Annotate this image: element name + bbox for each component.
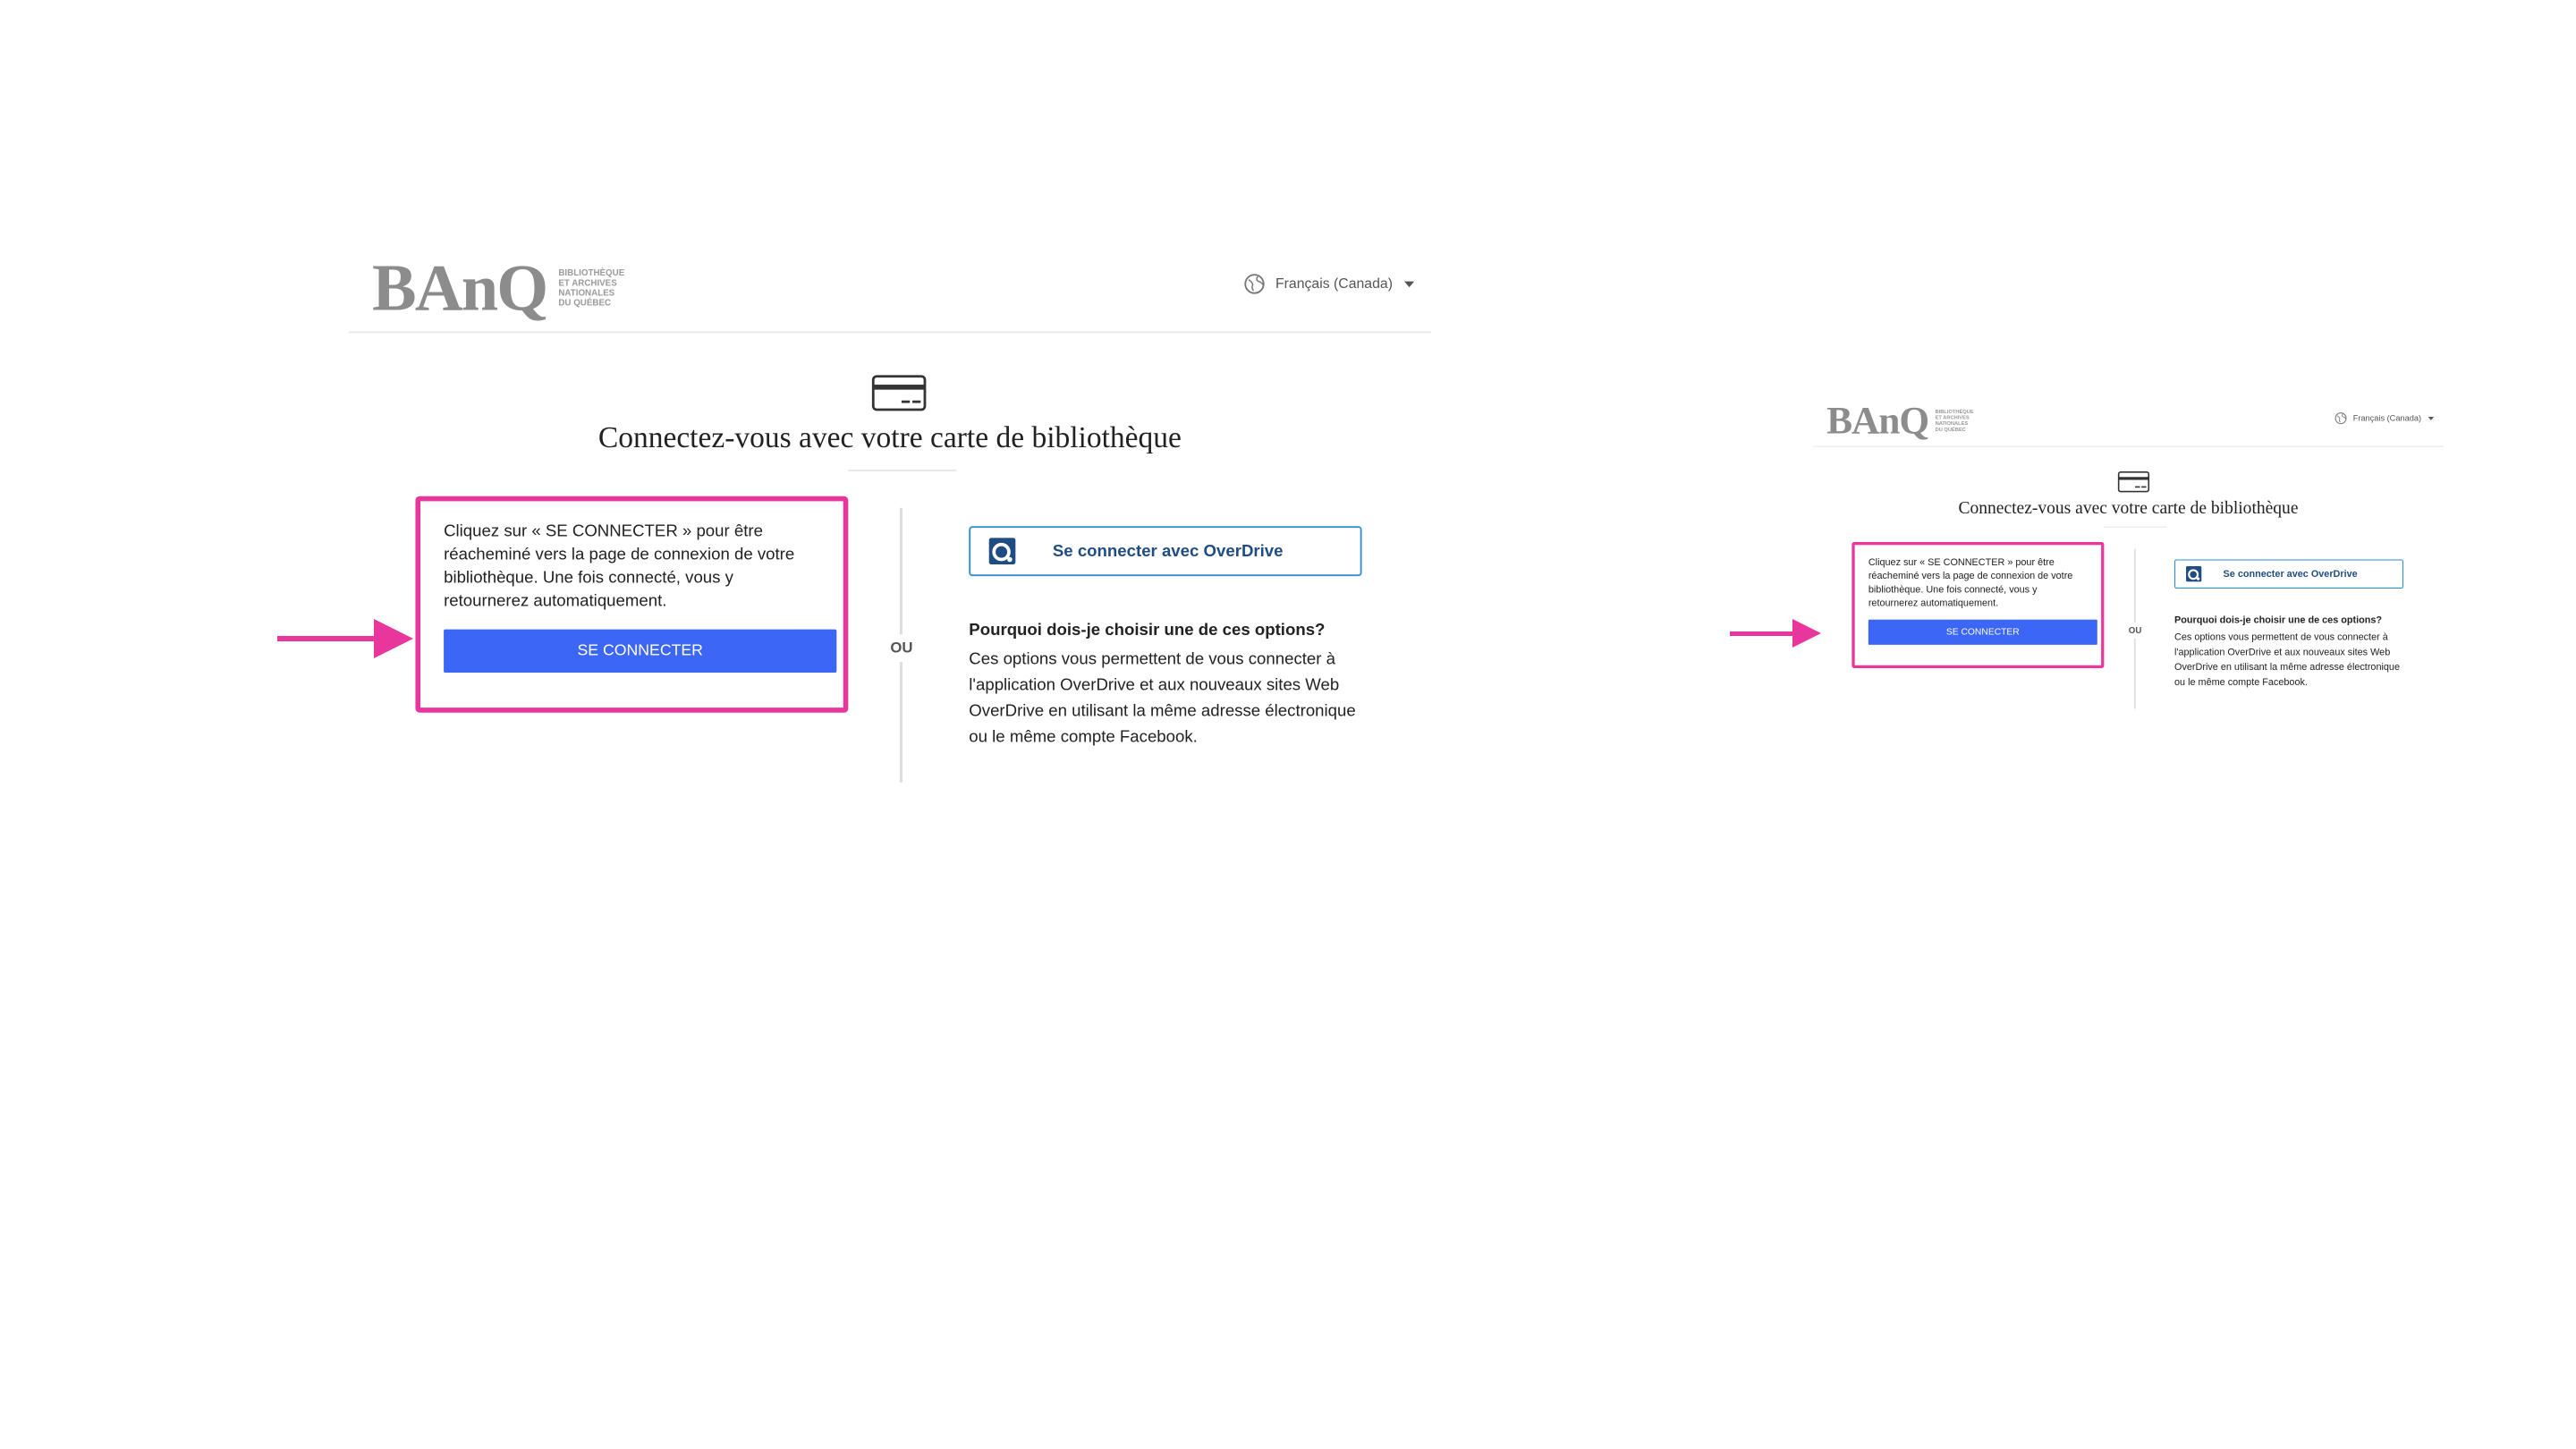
or-separator: OU <box>2125 622 2145 639</box>
why-options-heading: Pourquoi dois-je choisir une de ces opti… <box>2174 614 2383 626</box>
why-options-text: Ces options vous permettent de vous conn… <box>969 649 1356 746</box>
signin-page-small: BAnQ BIBLIOTHÈQUE ET ARCHIVES NATIONALES… <box>1813 394 2444 709</box>
login-instructions: Cliquez sur « SE CONNECTER » pour être r… <box>444 521 795 611</box>
logo-mark: BAnQ <box>372 251 548 326</box>
chevron-down-icon <box>1404 281 1415 287</box>
or-separator: OU <box>886 634 918 662</box>
logo-subtitle-line: ET ARCHIVES <box>558 277 617 289</box>
se-connecter-button[interactable]: SE CONNECTER <box>444 629 837 674</box>
overdrive-button-label: Se connecter avec OverDrive <box>1052 541 1284 560</box>
overdrive-logo-icon <box>2186 566 2202 582</box>
globe-icon <box>2334 412 2347 425</box>
chevron-down-icon <box>2428 416 2435 420</box>
overdrive-signin-button[interactable]: Se connecter avec OverDrive <box>969 526 1362 577</box>
login-instructions: Cliquez sur « SE CONNECTER » pour être r… <box>1868 556 2073 609</box>
logo-subtitle-line: BIBLIOTHÈQUE <box>558 267 625 278</box>
page-header: BAnQ BIBLIOTHÈQUE ET ARCHIVES NATIONALES… <box>1813 394 2444 447</box>
library-login-section: Cliquez sur « SE CONNECTER » pour être r… <box>1852 541 2105 668</box>
language-label: Français (Canada) <box>2352 413 2422 423</box>
page-title: Connectez-vous avec votre carte de bibli… <box>1958 497 2299 518</box>
overdrive-logo-icon <box>988 538 1016 565</box>
library-card-icon <box>2117 471 2150 493</box>
se-connecter-button[interactable]: SE CONNECTER <box>1868 619 2097 645</box>
language-label: Français (Canada) <box>1275 275 1393 292</box>
language-selector[interactable]: Français (Canada) <box>1244 273 1415 294</box>
logo-mark: BAnQ <box>1826 399 1929 443</box>
logo-subtitle: BIBLIOTHÈQUE ET ARCHIVES NATIONALES DU Q… <box>558 268 658 309</box>
title-divider <box>2104 526 2167 528</box>
annotation-arrow-small <box>1730 619 1821 648</box>
globe-icon <box>1244 274 1265 294</box>
logo-subtitle-line: NATIONALES <box>558 288 615 299</box>
signin-page-large: BAnQ BIBLIOTHÈQUE ET ARCHIVES NATIONALES… <box>349 242 1431 783</box>
overdrive-signin-button[interactable]: Se connecter avec OverDrive <box>2174 559 2403 589</box>
overdrive-button-label: Se connecter avec OverDrive <box>2223 568 2358 580</box>
logo-subtitle: BIBLIOTHÈQUE ET ARCHIVES NATIONALES DU Q… <box>1936 409 1994 432</box>
logo-subtitle-line: DU QUÉBEC <box>558 298 612 309</box>
library-login-section: Cliquez sur « SE CONNECTER » pour être r… <box>415 496 849 713</box>
page-header: BAnQ BIBLIOTHÈQUE ET ARCHIVES NATIONALES… <box>349 242 1431 334</box>
banq-logo[interactable]: BAnQ BIBLIOTHÈQUE ET ARCHIVES NATIONALES… <box>1826 402 1993 440</box>
banq-logo[interactable]: BAnQ BIBLIOTHÈQUE ET ARCHIVES NATIONALES… <box>372 255 658 321</box>
language-selector[interactable]: Français (Canada) <box>2334 412 2435 425</box>
logo-subtitle-line: DU QUÉBEC <box>1935 426 1966 433</box>
page-title: Connectez-vous avec votre carte de bibli… <box>597 420 1182 454</box>
why-options-heading: Pourquoi dois-je choisir une de ces opti… <box>969 621 1326 640</box>
why-options-text: Ces options vous permettent de vous conn… <box>2174 631 2401 688</box>
arrow-shaft <box>1730 631 1792 636</box>
title-divider <box>848 469 957 471</box>
library-card-icon <box>871 375 927 411</box>
